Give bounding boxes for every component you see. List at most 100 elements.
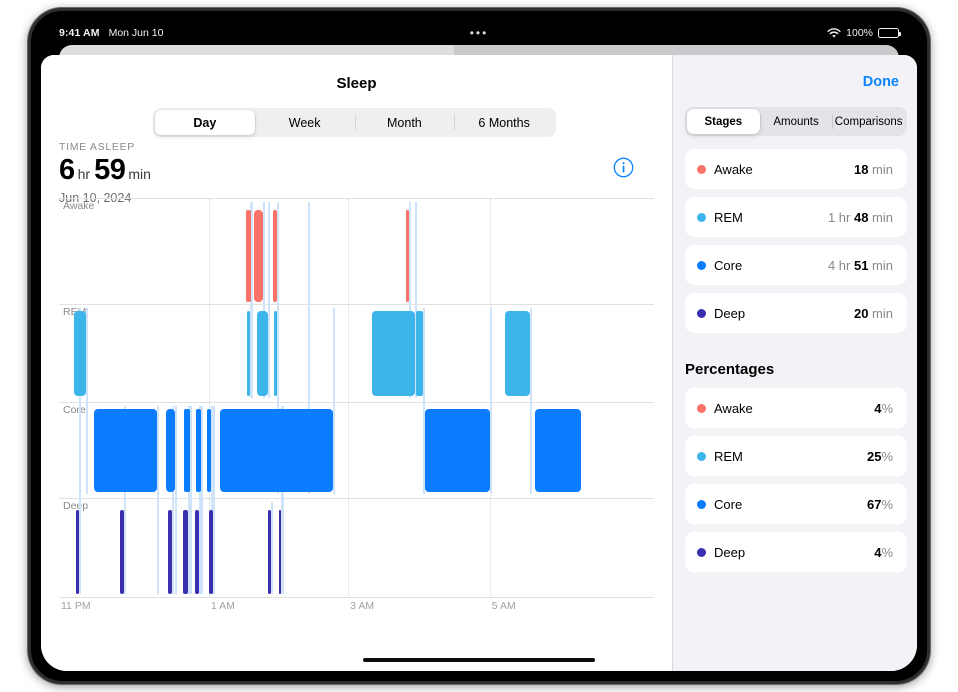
stage-row-awake[interactable]: Awake 18 min	[685, 149, 907, 189]
hypnogram-segment-rem[interactable]	[416, 311, 424, 396]
hypnogram-segment-rem[interactable]	[74, 311, 86, 396]
hypnogram-segment-core[interactable]	[274, 409, 283, 492]
hypnogram-segment-deep[interactable]	[120, 510, 125, 594]
band-label-core: Core	[63, 404, 86, 416]
hypnogram-segment-awake[interactable]	[246, 210, 251, 302]
range-segment-month[interactable]: Month	[354, 110, 455, 135]
hypnogram-segment-core[interactable]	[93, 409, 157, 492]
percentage-row-awake[interactable]: Awake 4%	[685, 388, 907, 428]
x-tick-label-3: 5 AM	[491, 600, 516, 612]
stat-value: 20 min	[853, 305, 893, 321]
stat-value: 4%	[874, 400, 893, 416]
percentage-row-rem[interactable]: REM 25%	[685, 436, 907, 476]
metric-segment-stages[interactable]: Stages	[687, 109, 760, 134]
hypnogram-segment-deep[interactable]	[76, 510, 80, 594]
stage-connector	[175, 406, 178, 594]
stat-value: 1 hr 48 min	[827, 209, 893, 225]
battery-icon	[878, 27, 901, 39]
stage-color-dot-rem-icon	[697, 451, 706, 461]
battery-percent-label: 100%	[846, 27, 873, 39]
hypnogram-segment-core[interactable]	[166, 409, 176, 492]
hypnogram-segment-deep[interactable]	[268, 510, 271, 594]
hypnogram-segment-core[interactable]	[183, 409, 190, 492]
stage-color-dot-core-icon	[697, 499, 706, 509]
stage-color-dot-core-icon	[697, 260, 706, 270]
home-indicator[interactable]	[363, 657, 595, 662]
done-button[interactable]: Done	[863, 74, 899, 90]
hypnogram-segment-deep[interactable]	[208, 510, 214, 594]
stage-row-core[interactable]: Core 4 hr 51 min	[685, 245, 907, 285]
percentage-row-deep[interactable]: Deep 4%	[685, 532, 907, 572]
range-segment-6months[interactable]: 6 Months	[454, 110, 554, 135]
stage-connector	[268, 202, 271, 398]
x-tick-label-2: 3 AM	[350, 600, 375, 612]
hypnogram-segment-rem[interactable]	[371, 311, 415, 396]
range-segmented-control[interactable]: Day Week Month 6 Months	[153, 108, 556, 137]
stat-value: 4 hr 51 min	[827, 257, 893, 273]
hypnogram-segment-rem[interactable]	[273, 311, 277, 396]
stat-value: 4%	[874, 544, 893, 560]
sleep-detail-modal: Sleep Day Week Month 6 Months TIME ASLEE…	[41, 55, 917, 671]
band-separator-rem	[59, 304, 654, 305]
percentages-heading: Percentages	[685, 361, 775, 378]
chart-x-axis: 11 PM 1 AM 3 AM 5 AM	[59, 600, 654, 618]
band-separator-core	[59, 402, 654, 403]
stage-connector	[189, 406, 192, 594]
stage-color-dot-deep-icon	[697, 547, 706, 557]
time-asleep-minutes: 59	[94, 154, 126, 186]
hypnogram-segment-rem[interactable]	[247, 311, 250, 396]
metric-segmented-control[interactable]: Stages Amounts Comparisons	[685, 107, 907, 136]
stages-stat-list: Awake 18 min REM 1 hr 48 min Core 4 hr 51 min…	[685, 149, 907, 341]
stage-color-dot-deep-icon	[697, 308, 706, 318]
stage-row-rem[interactable]: REM 1 hr 48 min	[685, 197, 907, 237]
hypnogram-segment-core[interactable]	[286, 409, 333, 492]
band-separator-awake	[59, 198, 654, 199]
hypnogram-segment-deep[interactable]	[167, 510, 173, 594]
hypnogram-segment-rem[interactable]	[257, 311, 269, 396]
info-circle-icon[interactable]	[613, 157, 634, 178]
hypnogram-segment-core[interactable]	[535, 409, 582, 492]
stage-color-dot-awake-icon	[697, 403, 706, 413]
hypnogram-segment-rem[interactable]	[505, 311, 531, 396]
metric-segment-comparisons[interactable]: Comparisons	[832, 109, 905, 134]
range-segment-week[interactable]: Week	[254, 110, 355, 135]
stat-value: 25%	[866, 448, 893, 464]
time-asleep-summary: TIME ASLEEP 6 hr 59 min Jun 10, 2024	[59, 141, 151, 205]
ipad-screen: 9:41 AM Mon Jun 10 ••• 100% Sleep Day We…	[41, 21, 917, 671]
band-label-awake: Awake	[63, 200, 95, 212]
stage-color-dot-rem-icon	[697, 212, 706, 222]
hypnogram-segment-core[interactable]	[195, 409, 201, 492]
hypnogram-segment-deep[interactable]	[278, 510, 282, 594]
hypnogram-segment-deep[interactable]	[183, 510, 188, 594]
time-asleep-value: 6 hr 59 min	[59, 156, 151, 185]
sidebar-pane: Done Stages Amounts Comparisons Awake 18 …	[672, 55, 917, 671]
gridline-2	[348, 198, 350, 598]
status-date: Mon Jun 10	[108, 27, 164, 39]
hypnogram-segment-awake[interactable]	[273, 210, 278, 302]
metric-segment-amounts[interactable]: Amounts	[759, 109, 833, 134]
stat-value: 67%	[866, 496, 893, 512]
percentage-row-core[interactable]: Core 67%	[685, 484, 907, 524]
page-title: Sleep	[336, 75, 377, 92]
stage-connector	[490, 308, 493, 494]
stat-name: REM	[714, 448, 743, 464]
time-asleep-hours-unit: hr	[77, 166, 91, 182]
hypnogram-segment-awake[interactable]	[254, 210, 264, 302]
x-tick-label-0: 11 PM	[61, 600, 91, 612]
hypnogram-segment-awake[interactable]	[405, 210, 410, 302]
x-tick-label-1: 1 AM	[210, 600, 235, 612]
status-bar-dynamic-island-dots: •••	[469, 26, 489, 40]
time-asleep-label: TIME ASLEEP	[59, 141, 135, 153]
stage-connector	[270, 502, 273, 594]
hypnogram-segment-core[interactable]	[424, 409, 491, 492]
stat-name: Awake	[714, 400, 753, 416]
hypnogram-segment-core[interactable]	[206, 409, 211, 492]
hypnogram-segment-deep[interactable]	[195, 510, 199, 594]
sleep-stages-hypnogram[interactable]: AwakeREMCoreDeep	[59, 198, 654, 598]
range-segment-day[interactable]: Day	[155, 110, 255, 135]
status-bar: 9:41 AM Mon Jun 10 ••• 100%	[41, 21, 917, 45]
stage-row-deep[interactable]: Deep 20 min	[685, 293, 907, 333]
stage-connector	[332, 308, 335, 494]
percentages-stat-list: Awake 4% REM 25% Core 67% Deep 4%	[685, 388, 907, 580]
stat-name: Core	[714, 496, 743, 512]
